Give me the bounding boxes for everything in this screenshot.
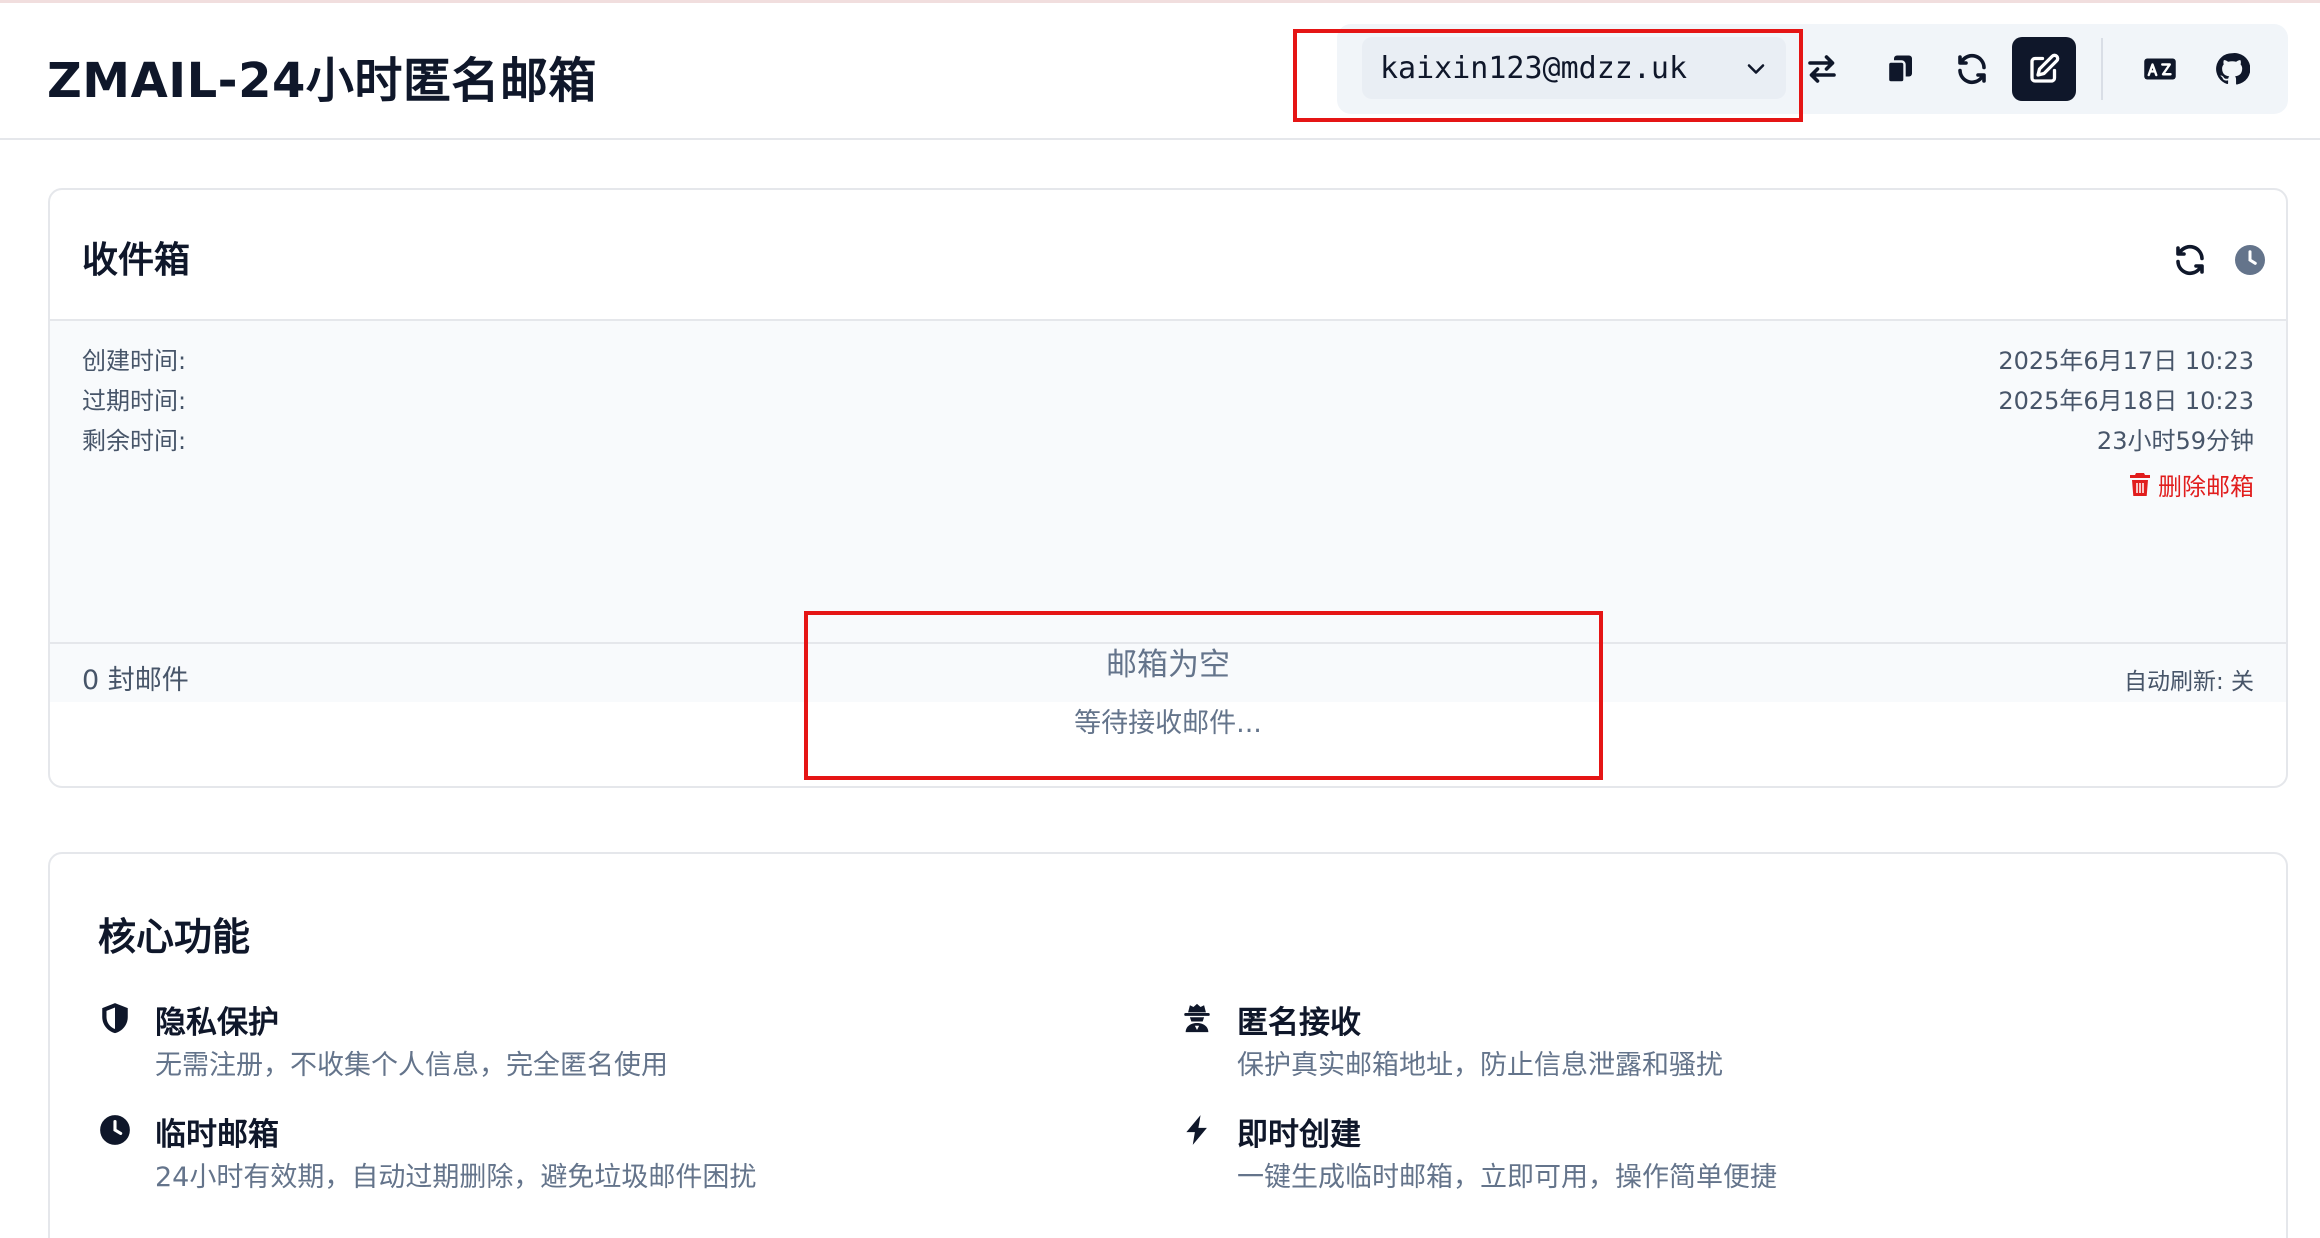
- refresh-icon: [1958, 53, 1986, 85]
- swap-icon: [1808, 55, 1836, 83]
- highlight-box-email: [1293, 29, 1803, 122]
- created-time-label: 创建时间:: [82, 347, 187, 375]
- feature-title: 即时创建: [1237, 1117, 1361, 1153]
- feature-title: 临时邮箱: [155, 1117, 279, 1153]
- delete-mailbox-button[interactable]: 删除邮箱: [2128, 467, 2254, 502]
- edit-icon: [2030, 53, 2060, 83]
- copy-icon: [1886, 55, 1912, 84]
- shield-icon: [102, 1003, 128, 1034]
- remaining-time-value: 23小时59分钟: [2096, 427, 2254, 455]
- features-title: 核心功能: [98, 915, 251, 959]
- created-time-row: 创建时间: 2025年6月17日 10:23: [82, 341, 2254, 377]
- feature-title: 隐私保护: [155, 1005, 279, 1041]
- features-card: 核心功能 隐私保护 无需注册，不收集个人信息，完全匿名使用 匿名接收 保护真实邮…: [48, 852, 2288, 1238]
- spy-icon: [1184, 1003, 1210, 1033]
- app-title: ZMAIL-24小时匿名邮箱: [47, 53, 597, 109]
- feature-title: 匿名接收: [1237, 1005, 1361, 1041]
- highlight-box-empty: [804, 611, 1603, 780]
- copy-email-button[interactable]: [1868, 37, 1932, 101]
- regenerate-email-button[interactable]: [1940, 37, 2004, 101]
- bolt-icon: [1186, 1115, 1207, 1145]
- clock-icon: [100, 1115, 130, 1145]
- github-link[interactable]: [2200, 37, 2264, 101]
- feature-privacy: 隐私保护 无需注册，不收集个人信息，完全匿名使用: [98, 997, 1098, 1087]
- refresh-inbox-icon[interactable]: [2172, 242, 2208, 278]
- toolbar-divider: [2101, 38, 2103, 100]
- feature-temporary: 临时邮箱 24小时有效期，自动过期删除，避免垃圾邮件困扰: [98, 1109, 1098, 1199]
- github-icon: [2216, 53, 2250, 85]
- feature-desc: 无需注册，不收集个人信息，完全匿名使用: [155, 1050, 668, 1081]
- expire-time-value: 2025年6月18日 10:23: [1998, 387, 2254, 415]
- language-button[interactable]: [2128, 37, 2192, 101]
- remaining-time-label: 剩余时间:: [82, 427, 187, 455]
- remaining-time-row: 剩余时间: 23小时59分钟: [82, 421, 2254, 457]
- inbox-title: 收件箱: [82, 240, 191, 281]
- custom-email-button[interactable]: [2012, 37, 2076, 101]
- trash-icon: [2130, 472, 2150, 496]
- expire-time-row: 过期时间: 2025年6月18日 10:23: [82, 381, 2254, 417]
- swap-email-button[interactable]: [1790, 37, 1854, 101]
- translate-icon: [2144, 58, 2176, 80]
- expire-time-label: 过期时间:: [82, 387, 187, 415]
- feature-desc: 24小时有效期，自动过期删除，避免垃圾邮件困扰: [155, 1162, 757, 1193]
- feature-desc: 保护真实邮箱地址，防止信息泄露和骚扰: [1237, 1050, 1723, 1081]
- created-time-value: 2025年6月17日 10:23: [1998, 347, 2254, 375]
- feature-desc: 一键生成临时邮箱，立即可用，操作简单便捷: [1237, 1162, 1777, 1193]
- feature-instant: 即时创建 一键生成临时邮箱，立即可用，操作简单便捷: [1180, 1109, 2180, 1199]
- clock-icon[interactable]: [2232, 242, 2268, 278]
- delete-mailbox-label: 删除邮箱: [2158, 473, 2254, 501]
- feature-anonymous: 匿名接收 保护真实邮箱地址，防止信息泄露和骚扰: [1180, 997, 2180, 1087]
